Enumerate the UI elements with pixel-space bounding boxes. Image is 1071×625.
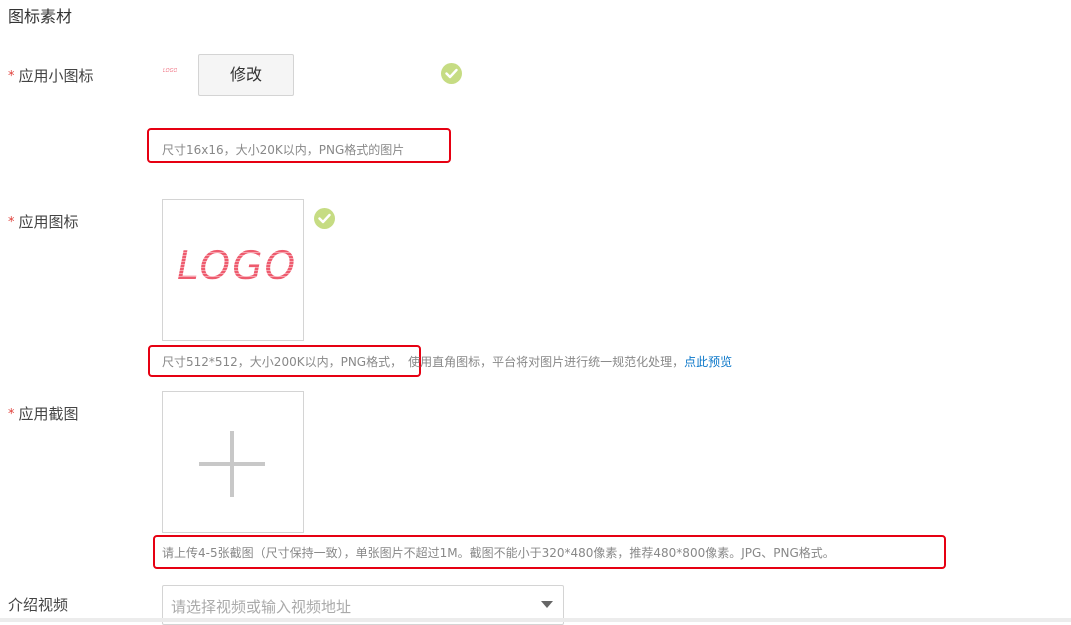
video-label: 介绍视频 [8,596,69,614]
divider [0,618,1071,622]
small-icon-label: 应用小图标 [18,67,94,85]
modify-button[interactable]: 修改 [198,54,294,96]
plus-icon [199,431,265,497]
screenshot-label: 应用截图 [18,405,79,423]
required-mark: * [8,215,15,230]
app-icon-hint-rest: 使用直角图标，平台将对图片进行统一规范化处理， [408,355,685,369]
screenshot-upload[interactable] [162,391,304,533]
required-mark: * [8,407,15,422]
check-icon [314,208,335,229]
app-icon-upload[interactable]: LOGO [162,199,304,341]
screenshot-label-row: * 应用截图 [8,403,79,424]
app-icon-label-row: * 应用图标 [8,211,79,232]
small-icon-label-row: * 应用小图标 [8,65,94,86]
video-select-placeholder: 请选择视频或输入视频地址 [171,598,352,616]
check-icon [441,63,462,84]
app-icon-hint-boxed: 尺寸512*512，大小200K以内，PNG格式， [162,355,403,369]
small-icon-hint: 尺寸16x16，大小20K以内，PNG格式的图片 [162,143,405,157]
screenshot-hint: 请上传4-5张截图（尺寸保持一致），单张图片不超过1M。截图不能小于320*48… [162,546,835,560]
preview-link[interactable]: 点此预览 [684,355,732,369]
small-logo-image: LOGO [163,68,178,74]
logo-image: LOGO [177,244,298,289]
caret-down-icon [541,601,553,608]
section-title: 图标素材 [8,7,73,26]
app-icon-hint: 尺寸512*512，大小200K以内，PNG格式， 使用直角图标，平台将对图片进行… [162,353,732,370]
required-mark: * [8,69,15,84]
app-icon-label: 应用图标 [18,213,79,231]
